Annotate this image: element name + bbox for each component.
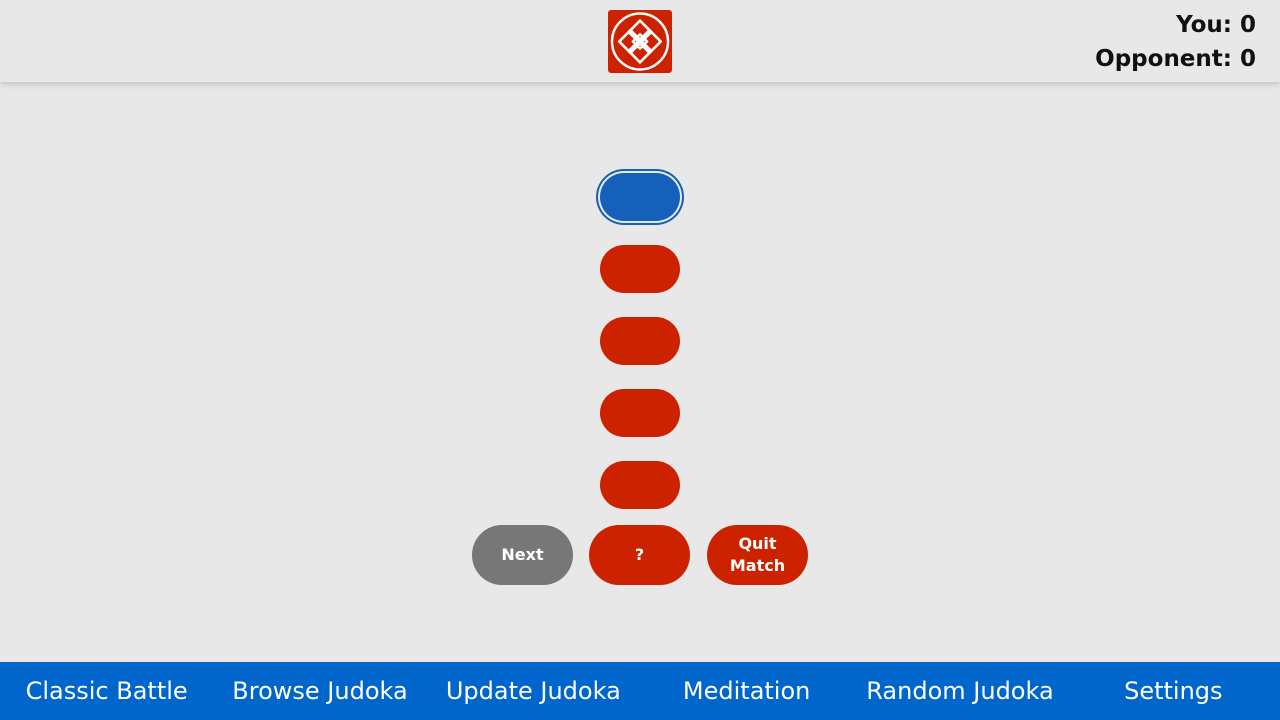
endless-knot-logo-icon[interactable] [608,10,672,73]
help-button[interactable]: ? [589,525,690,585]
stat-button-5[interactable] [600,461,680,509]
top-header: You: 0 Opponent: 0 [0,0,1280,82]
nav-item-browse-judoka[interactable]: Browse Judoka [213,662,426,720]
score-display: You: 0 Opponent: 0 [1095,8,1256,76]
stat-button-1[interactable] [600,173,680,221]
nav-item-settings[interactable]: Settings [1067,662,1280,720]
opponent-score: Opponent: 0 [1095,46,1256,72]
player-score: You: 0 [1176,12,1256,38]
stat-button-3[interactable] [600,317,680,365]
quit-match-button[interactable]: Quit Match [707,525,808,585]
nav-item-random-judoka[interactable]: Random Judoka [853,662,1066,720]
nav-item-classic-battle[interactable]: Classic Battle [0,662,213,720]
next-button[interactable]: Next [472,525,573,585]
nav-item-update-judoka[interactable]: Update Judoka [427,662,640,720]
bottom-nav-bar: Classic Battle Browse Judoka Update Judo… [0,662,1280,720]
stat-button-4[interactable] [600,389,680,437]
nav-item-meditation[interactable]: Meditation [640,662,853,720]
stat-button-2[interactable] [600,245,680,293]
